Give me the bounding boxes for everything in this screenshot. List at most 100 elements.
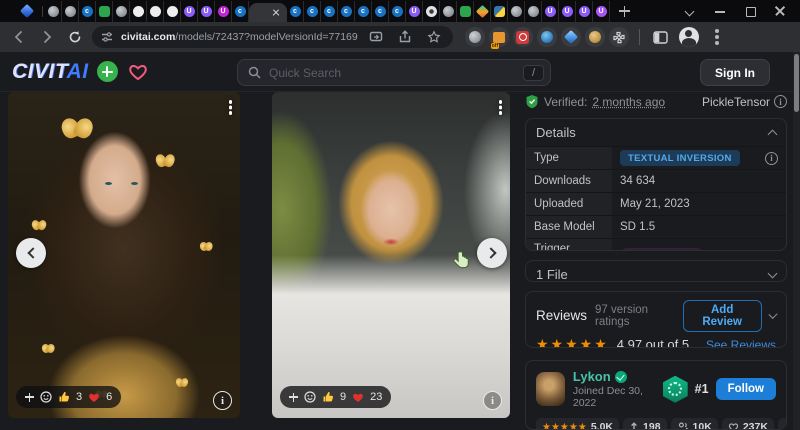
- background-tab[interactable]: [491, 1, 508, 22]
- heart-icon[interactable]: [88, 392, 100, 403]
- browser-menu-icon[interactable]: [706, 26, 728, 48]
- background-tab[interactable]: [130, 1, 147, 22]
- smiley-icon[interactable]: [304, 391, 316, 403]
- share-icon[interactable]: [394, 26, 416, 48]
- bookmark-star-icon[interactable]: [423, 26, 445, 48]
- background-tab[interactable]: U: [593, 1, 610, 22]
- scrollbar-thumb[interactable]: [794, 54, 799, 112]
- forward-icon[interactable]: [36, 26, 58, 48]
- shopping-off-extension-icon[interactable]: off: [489, 27, 509, 47]
- background-tab[interactable]: c: [338, 1, 355, 22]
- sign-in-button[interactable]: Sign In: [700, 59, 770, 86]
- add-reaction-icon[interactable]: [25, 393, 34, 402]
- carousel-prev-button[interactable]: [16, 238, 46, 268]
- chevron-down-icon[interactable]: [768, 310, 777, 319]
- side-panel-icon[interactable]: [650, 26, 672, 48]
- image-info-icon[interactable]: [213, 391, 232, 410]
- background-tab[interactable]: U: [406, 1, 423, 22]
- background-tab[interactable]: c: [287, 1, 304, 22]
- background-tab[interactable]: c: [232, 1, 249, 22]
- background-tab[interactable]: [423, 1, 440, 22]
- background-tab[interactable]: U: [576, 1, 593, 22]
- creator-likes-stat[interactable]: 237K: [722, 418, 774, 430]
- add-review-button[interactable]: Add Review: [683, 300, 762, 332]
- verified-time-link[interactable]: 2 months ago: [592, 95, 665, 109]
- background-tab[interactable]: U: [215, 1, 232, 22]
- background-tab[interactable]: U: [559, 1, 576, 22]
- reaction-pill[interactable]: 3 6: [16, 386, 121, 408]
- heart-icon[interactable]: [352, 392, 364, 403]
- creator-downloads-stat[interactable]: 1.7M: [778, 418, 787, 430]
- creator-rating-stat[interactable]: ★★★★★ 5.0K: [536, 418, 619, 430]
- background-tab[interactable]: c: [355, 1, 372, 22]
- pinned-tab[interactable]: [14, 1, 40, 21]
- chevron-up-icon[interactable]: [768, 130, 778, 140]
- url-text[interactable]: civitai.com/models/72437?modelVersionId=…: [121, 31, 358, 43]
- address-bar[interactable]: civitai.com/models/72437?modelVersionId=…: [92, 26, 453, 48]
- back-icon[interactable]: [8, 26, 30, 48]
- background-tab[interactable]: c: [321, 1, 338, 22]
- diamond-extension-icon[interactable]: [561, 27, 581, 47]
- search-input[interactable]: [269, 66, 515, 80]
- background-tab[interactable]: [45, 1, 62, 22]
- support-heart-icon[interactable]: [128, 63, 148, 81]
- tab-close-icon[interactable]: [271, 8, 281, 18]
- record-extension-icon[interactable]: [513, 27, 533, 47]
- background-tab[interactable]: [62, 1, 79, 22]
- details-card-header[interactable]: Details: [526, 119, 786, 146]
- close-window-icon[interactable]: [774, 5, 786, 17]
- background-tab[interactable]: [113, 1, 130, 22]
- image-menu-icon[interactable]: [499, 100, 503, 104]
- background-tab[interactable]: [474, 1, 491, 22]
- thumbs-up-icon[interactable]: [322, 391, 334, 403]
- files-card-header[interactable]: 1 File: [526, 261, 786, 282]
- creator-followers-stat[interactable]: 10K: [671, 418, 718, 430]
- image-menu-icon[interactable]: [229, 100, 233, 104]
- background-tab[interactable]: [440, 1, 457, 22]
- reaction-pill[interactable]: 9 23: [280, 386, 391, 408]
- creator-name[interactable]: Lykon: [573, 369, 655, 384]
- smiley-icon[interactable]: [40, 391, 52, 403]
- trigger-word-badge[interactable]: BADDREAM: [620, 248, 704, 251]
- type-badge[interactable]: TEXTUAL INVERSION: [620, 150, 740, 166]
- background-tab[interactable]: c: [389, 1, 406, 22]
- background-tab[interactable]: U: [542, 1, 559, 22]
- image-info-icon[interactable]: [483, 391, 502, 410]
- background-tab[interactable]: c: [304, 1, 321, 22]
- background-tab[interactable]: c: [372, 1, 389, 22]
- profile-avatar[interactable]: [678, 26, 700, 48]
- create-plus-button[interactable]: [97, 61, 118, 82]
- maximize-icon[interactable]: [744, 5, 756, 17]
- background-tab[interactable]: [96, 1, 113, 22]
- background-tab[interactable]: [508, 1, 525, 22]
- chevron-down-icon[interactable]: [768, 268, 778, 278]
- quick-search-bar[interactable]: /: [237, 59, 551, 86]
- site-settings-icon[interactable]: [100, 30, 114, 44]
- page-scrollbar[interactable]: [793, 52, 800, 430]
- background-tab[interactable]: [164, 1, 181, 22]
- follow-button[interactable]: Follow: [716, 378, 776, 400]
- thumbs-up-icon[interactable]: [58, 391, 70, 403]
- earth-extension-icon[interactable]: [537, 27, 557, 47]
- background-tab[interactable]: [525, 1, 542, 22]
- background-tab[interactable]: [457, 1, 474, 22]
- creator-uploads-stat[interactable]: 198: [623, 418, 667, 430]
- add-reaction-icon[interactable]: [289, 393, 298, 402]
- creator-avatar[interactable]: [536, 372, 565, 406]
- see-reviews-link[interactable]: See Reviews: [706, 338, 776, 348]
- carousel-next-button[interactable]: [477, 238, 507, 268]
- civitai-logo[interactable]: CIVITAI: [12, 60, 89, 84]
- tab-search-icon[interactable]: [684, 5, 696, 17]
- format-info-icon[interactable]: [774, 95, 787, 108]
- gallery-image-2[interactable]: 9 23: [272, 92, 510, 418]
- honey-extension-icon[interactable]: [585, 27, 605, 47]
- reload-icon[interactable]: [64, 26, 86, 48]
- minimize-icon[interactable]: [714, 5, 726, 17]
- type-info-icon[interactable]: [765, 152, 778, 165]
- puzzle-extensions-icon[interactable]: [609, 27, 629, 47]
- background-tab[interactable]: [147, 1, 164, 22]
- background-tab[interactable]: U: [198, 1, 215, 22]
- background-tab[interactable]: U: [181, 1, 198, 22]
- new-tab-button[interactable]: [614, 1, 636, 21]
- globe-extension-icon[interactable]: [465, 27, 485, 47]
